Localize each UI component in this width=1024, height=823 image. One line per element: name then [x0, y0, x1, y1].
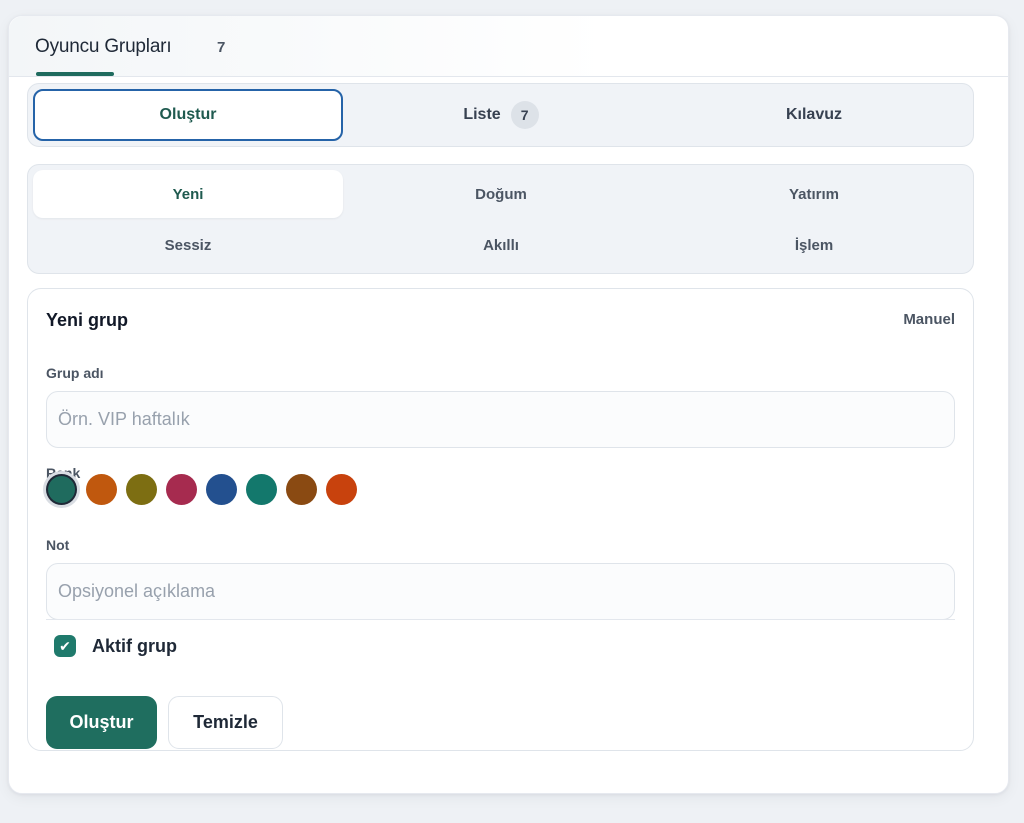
color-swatch-6[interactable] [246, 474, 277, 505]
create-button[interactable]: Oluştur [46, 696, 157, 749]
tab-list[interactable]: Liste 7 [346, 89, 656, 141]
active-group-label: Aktif grup [92, 635, 177, 656]
page-title: Oyuncu Grupları [35, 36, 172, 57]
color-swatch-1[interactable] [48, 476, 75, 503]
form-mode-label: Manuel [903, 311, 955, 328]
new-group-form: Yeni grup Manuel Grup adı Renk Not ✔ Akt… [27, 288, 974, 751]
color-swatch-2[interactable] [86, 474, 117, 505]
segment-deposit[interactable]: Yatırım [659, 170, 969, 218]
tab-guide-label: Kılavuz [785, 106, 842, 123]
segment-birthday[interactable]: Doğum [346, 170, 656, 218]
group-count: 7 [217, 39, 226, 56]
segment-silent[interactable]: Sessiz [33, 221, 343, 269]
form-title: Yeni grup [46, 310, 129, 330]
main-tabs: Oluştur Liste 7 Kılavuz [27, 83, 974, 147]
segment-smart[interactable]: Akıllı [346, 221, 656, 269]
segment-new[interactable]: Yeni [33, 170, 343, 218]
check-icon: ✔ [59, 637, 71, 654]
note-label: Not [46, 537, 70, 553]
tab-create-label: Oluştur [159, 106, 217, 123]
tab-list-label: Liste [463, 106, 501, 123]
color-swatch-3[interactable] [126, 474, 157, 505]
card-header: Oyuncu Grupları 7 [9, 16, 1008, 77]
group-name-input[interactable] [46, 391, 955, 448]
tab-guide[interactable]: Kılavuz [659, 89, 969, 141]
group-name-label: Grup adı [46, 365, 104, 381]
active-group-row: ✔ Aktif grup [54, 635, 177, 657]
tab-list-count-badge: 7 [510, 101, 539, 129]
header-tab-indicator [36, 72, 114, 76]
color-swatch-7[interactable] [286, 474, 317, 505]
color-swatch-5[interactable] [206, 474, 237, 505]
form-divider [46, 619, 955, 620]
color-swatches [46, 474, 357, 508]
color-swatch-4[interactable] [166, 474, 197, 505]
color-swatch-8[interactable] [326, 474, 357, 505]
segment-transaction[interactable]: İşlem [659, 221, 969, 269]
clear-button[interactable]: Temizle [168, 696, 283, 749]
tab-create[interactable]: Oluştur [33, 89, 343, 141]
active-group-checkbox[interactable]: ✔ [54, 635, 76, 657]
note-input[interactable] [46, 563, 955, 620]
group-type-selector: Yeni Doğum Yatırım Sessiz Akıllı İşlem [27, 164, 974, 274]
